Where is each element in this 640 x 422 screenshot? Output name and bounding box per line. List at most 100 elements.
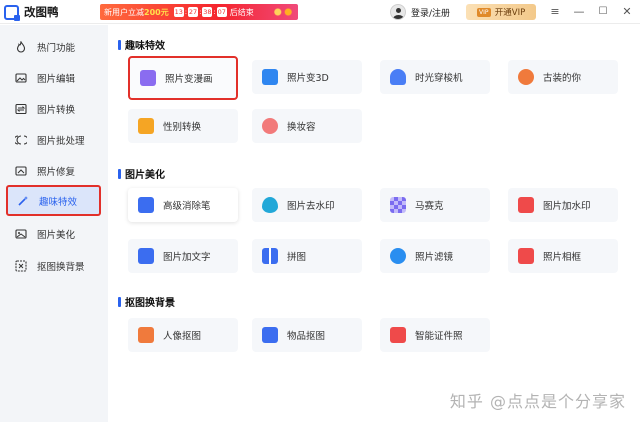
eraser-icon: [138, 197, 154, 213]
sidebar-item-label: 图片转换: [37, 105, 76, 116]
water-drop-icon: [262, 197, 278, 213]
card-id-photo[interactable]: 智能证件照: [380, 318, 490, 352]
object-cutout-icon: [262, 327, 278, 343]
user-login[interactable]: 登录/注册: [390, 4, 450, 20]
sidebar-item-label: 图片批处理: [37, 136, 85, 147]
sidebar-item-image-convert[interactable]: 图片转换: [6, 95, 101, 123]
promo-end-text: 后结束: [229, 7, 254, 17]
card-add-text[interactable]: 图片加文字: [128, 239, 238, 273]
sidebar-item-repair[interactable]: 照片修复: [6, 157, 101, 185]
beautify-icon: [15, 228, 27, 240]
sidebar-item-beautify[interactable]: 图片美化: [6, 220, 101, 248]
card-label: 图片去水印: [287, 201, 335, 212]
card-object-cutout[interactable]: 物品抠图: [252, 318, 362, 352]
filter-icon: [390, 248, 406, 264]
countdown-seconds: 38: [202, 7, 213, 17]
sidebar: 热门功能 图片编辑 图片转换 图片批处理 照片修复 趣味特效 图片美化 抠图换背…: [0, 25, 108, 422]
collage-icon: [262, 248, 278, 264]
card-label: 照片变漫画: [165, 74, 213, 85]
card-photo-to-3d[interactable]: 照片变3D: [252, 60, 362, 94]
card-collage[interactable]: 拼图: [252, 239, 362, 273]
cube-3d-icon: [262, 69, 278, 85]
card-add-watermark[interactable]: 图片加水印: [508, 188, 618, 222]
section-title-fun-effects: 趣味特效: [118, 37, 165, 52]
card-ancient-costume[interactable]: 古装的你: [508, 60, 618, 94]
makeup-icon: [262, 118, 278, 134]
sidebar-item-label: 热门功能: [37, 43, 76, 54]
flame-icon: [15, 41, 27, 53]
sidebar-item-label: 照片修复: [37, 167, 76, 178]
app-name: 改图鸭: [24, 5, 59, 19]
add-watermark-icon: [518, 197, 534, 213]
mosaic-icon: [390, 197, 406, 213]
card-label: 性别转换: [163, 122, 202, 133]
card-label: 拼图: [287, 252, 307, 263]
title-bar: 改图鸭 新用户立减 200元 13: 27: 38: 07 后结束 登录/注册 …: [0, 0, 640, 24]
sidebar-item-label: 趣味特效: [39, 196, 78, 208]
card-remove-watermark[interactable]: 图片去水印: [252, 188, 362, 222]
cartoon-icon: [140, 70, 156, 86]
menu-button[interactable]: ≡: [547, 4, 563, 20]
vip-label: 开通VIP: [494, 8, 526, 18]
sidebar-item-cutout[interactable]: 抠图换背景: [6, 252, 101, 280]
card-time-machine[interactable]: 时光穿梭机: [380, 60, 490, 94]
card-label: 物品抠图: [287, 331, 326, 342]
login-link[interactable]: 登录/注册: [411, 6, 450, 19]
sidebar-item-batch[interactable]: 图片批处理: [6, 126, 101, 154]
sidebar-item-label: 图片美化: [37, 230, 76, 241]
sidebar-item-hot[interactable]: 热门功能: [6, 33, 101, 61]
sidebar-item-fun-effects[interactable]: 趣味特效: [6, 185, 101, 216]
card-label: 照片滤镜: [415, 252, 454, 263]
card-label: 马赛克: [415, 201, 444, 212]
promo-banner[interactable]: 新用户立减 200元 13: 27: 38: 07 后结束: [100, 4, 298, 20]
card-photo-frame[interactable]: 照片相框: [508, 239, 618, 273]
card-mosaic[interactable]: 马赛克: [380, 188, 490, 222]
card-eraser-pen[interactable]: 高级消除笔: [128, 188, 238, 222]
convert-icon: [15, 103, 27, 115]
repair-icon: [15, 165, 27, 177]
countdown-centis: 07: [216, 7, 227, 17]
app-logo-icon: [4, 4, 20, 21]
countdown-hours: 13: [173, 7, 184, 17]
card-gender-swap[interactable]: 性别转换: [128, 109, 238, 143]
sidebar-item-label: 抠图换背景: [37, 262, 85, 273]
gift-icon: [270, 6, 296, 18]
card-label: 高级消除笔: [163, 201, 211, 212]
card-label: 照片变3D: [287, 73, 329, 84]
card-label: 照片相框: [543, 252, 582, 263]
maximize-button[interactable]: ☐: [595, 4, 611, 20]
costume-icon: [518, 69, 534, 85]
gender-icon: [138, 118, 154, 134]
batch-icon: [15, 134, 27, 146]
sidebar-item-image-edit[interactable]: 图片编辑: [6, 64, 101, 92]
watermark-text: 知乎 @点点是个分享家: [449, 392, 626, 411]
time-machine-icon: [390, 69, 406, 85]
main-content: 趣味特效 照片变漫画 照片变3D 时光穿梭机 古装的你 性别转换 换妆容 图片美…: [108, 25, 640, 422]
card-label: 图片加水印: [543, 201, 591, 212]
countdown-minutes: 27: [188, 7, 199, 17]
open-vip-button[interactable]: VIP 开通VIP: [466, 4, 536, 20]
magic-wand-icon: [17, 195, 29, 207]
avatar[interactable]: [390, 4, 406, 20]
id-photo-icon: [390, 327, 406, 343]
section-title-beautify: 图片美化: [118, 166, 165, 181]
sidebar-item-label: 图片编辑: [37, 74, 76, 85]
card-label: 人像抠图: [163, 331, 202, 342]
card-portrait-cutout[interactable]: 人像抠图: [128, 318, 238, 352]
frame-icon: [518, 248, 534, 264]
cutout-icon: [15, 260, 27, 272]
card-label: 时光穿梭机: [415, 73, 463, 84]
card-label: 智能证件照: [415, 331, 463, 342]
card-makeup[interactable]: 换妆容: [252, 109, 362, 143]
portrait-cutout-icon: [138, 327, 154, 343]
card-label: 图片加文字: [163, 252, 211, 263]
close-button[interactable]: ✕: [619, 4, 635, 20]
vip-badge-icon: VIP: [476, 7, 491, 17]
minimize-button[interactable]: —: [571, 4, 587, 20]
add-text-icon: [138, 248, 154, 264]
card-photo-to-cartoon[interactable]: 照片变漫画: [128, 56, 238, 100]
promo-text: 新用户立减: [104, 7, 144, 17]
image-edit-icon: [15, 72, 27, 84]
card-label: 换妆容: [287, 122, 316, 133]
card-photo-filter[interactable]: 照片滤镜: [380, 239, 490, 273]
